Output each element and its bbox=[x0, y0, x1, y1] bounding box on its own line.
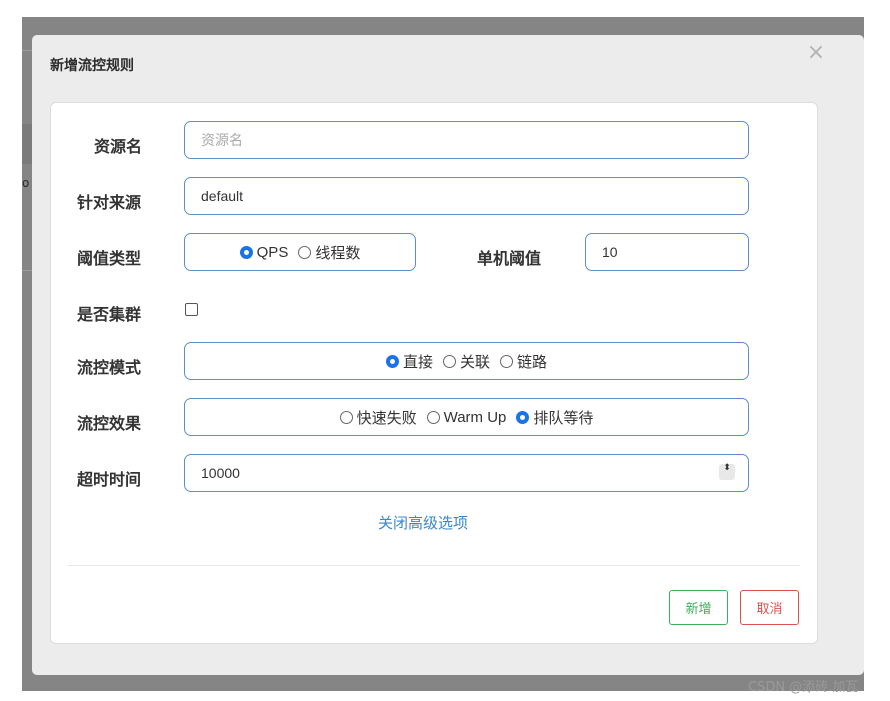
close-icon[interactable]: × bbox=[806, 40, 826, 66]
threshold-type-label: 阈值类型 bbox=[77, 249, 142, 268]
radio-thread-count-label: 线程数 bbox=[315, 244, 361, 262]
timeout-input[interactable] bbox=[184, 454, 749, 492]
control-effect-radio-group: 快速失败 Warm Up 排队等待 bbox=[184, 398, 749, 436]
control-effect-label: 流控效果 bbox=[77, 414, 142, 433]
radio-direct[interactable]: 直接 bbox=[385, 351, 433, 372]
radio-unselected-icon bbox=[298, 245, 312, 259]
radio-queue[interactable]: 排队等待 bbox=[516, 407, 593, 428]
radio-thread-count[interactable]: 线程数 bbox=[298, 242, 360, 263]
radio-warm-up[interactable]: Warm Up bbox=[426, 408, 507, 426]
resource-input[interactable] bbox=[184, 121, 749, 159]
cluster-label: 是否集群 bbox=[77, 305, 142, 324]
radio-qps-label: QPS bbox=[256, 243, 289, 261]
dialog-title: 新增流控规则 bbox=[50, 58, 134, 74]
timeout-field: ⬍ bbox=[184, 454, 749, 492]
radio-queue-label: 排队等待 bbox=[533, 409, 594, 427]
control-mode-radio-group: 直接 关联 链路 bbox=[184, 342, 749, 380]
radio-chain[interactable]: 链路 bbox=[500, 351, 547, 372]
radio-direct-label: 直接 bbox=[402, 353, 433, 371]
radio-fast-fail[interactable]: 快速失败 bbox=[339, 407, 417, 428]
radio-fast-fail-label: 快速失败 bbox=[356, 409, 417, 427]
threshold-type-radio-group: QPS 线程数 bbox=[184, 233, 416, 271]
radio-related[interactable]: 关联 bbox=[442, 351, 490, 372]
origin-label: 针对来源 bbox=[77, 193, 142, 212]
radio-qps[interactable]: QPS bbox=[239, 243, 289, 261]
resource-label: 资源名 bbox=[94, 137, 143, 156]
cluster-checkbox[interactable] bbox=[185, 303, 198, 316]
add-button[interactable]: 新增 bbox=[669, 590, 728, 625]
watermark: CSDN @添砖.加瓦 bbox=[748, 680, 859, 695]
radio-unselected-icon bbox=[500, 354, 513, 368]
single-threshold-label: 单机阈值 bbox=[477, 249, 542, 268]
footer-divider bbox=[68, 565, 800, 566]
radio-related-label: 关联 bbox=[459, 353, 490, 371]
cancel-button[interactable]: 取消 bbox=[740, 590, 799, 625]
single-threshold-input[interactable] bbox=[585, 233, 749, 271]
radio-chain-label: 链路 bbox=[517, 353, 548, 371]
radio-selected-icon bbox=[239, 245, 253, 259]
radio-warm-up-label: Warm Up bbox=[443, 408, 507, 426]
background-text-fragment: o bbox=[22, 176, 30, 190]
radio-unselected-icon bbox=[426, 410, 440, 424]
close-advanced-options-link[interactable]: 关闭高级选项 bbox=[378, 512, 468, 533]
radio-selected-icon bbox=[516, 410, 530, 424]
radio-selected-icon bbox=[385, 354, 399, 368]
timeout-label: 超时时间 bbox=[77, 470, 142, 489]
control-mode-label: 流控模式 bbox=[77, 358, 142, 377]
radio-unselected-icon bbox=[442, 354, 456, 368]
number-stepper-icon[interactable]: ⬍ bbox=[719, 464, 735, 480]
origin-input[interactable] bbox=[184, 177, 749, 215]
radio-unselected-icon bbox=[339, 410, 353, 424]
